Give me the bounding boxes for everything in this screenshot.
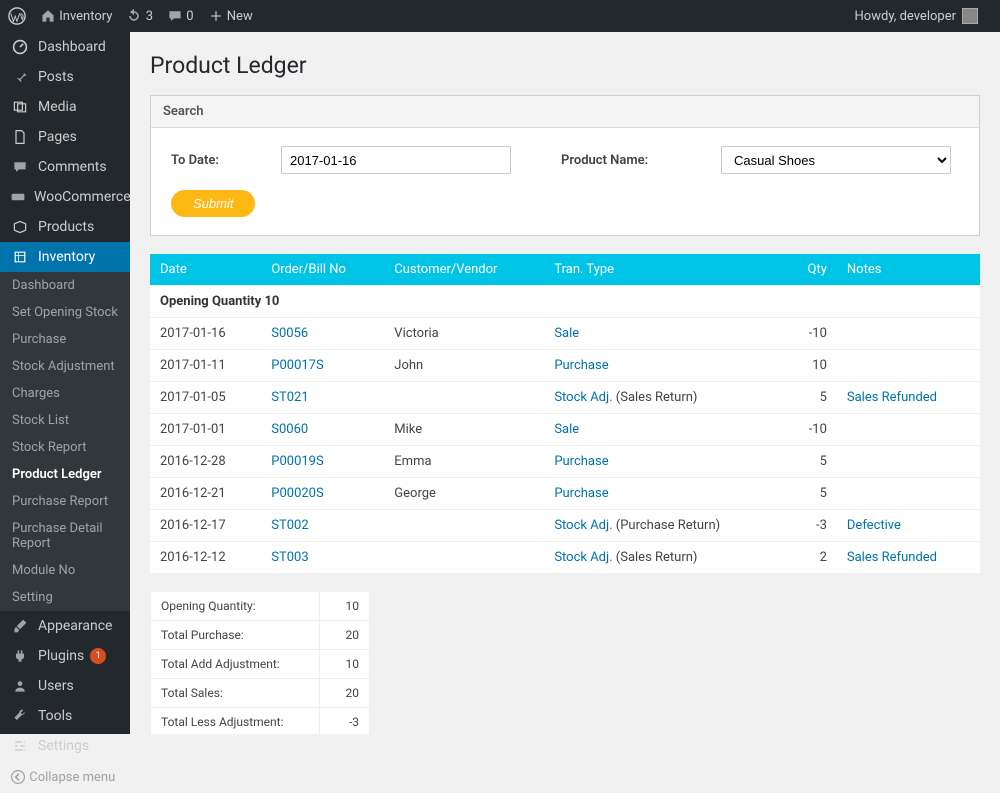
- dashboard-icon: [10, 39, 30, 55]
- submenu-setting[interactable]: Setting: [0, 584, 130, 611]
- avatar-icon: [962, 8, 978, 24]
- submit-button[interactable]: Submit: [171, 190, 255, 217]
- summary-row: Total Less Adjustment:-3: [151, 708, 370, 735]
- table-row: 2017-01-16S0056VictoriaSale -10: [150, 318, 980, 350]
- bill-link: P00017S: [271, 358, 323, 373]
- search-panel: Search To Date: Product Name: Casual Sho…: [150, 95, 980, 236]
- submenu-dashboard[interactable]: Dashboard: [0, 272, 130, 299]
- inventory-icon: [10, 249, 30, 265]
- pin-icon: [10, 69, 30, 85]
- menu-products[interactable]: Products: [0, 212, 130, 242]
- col-bill[interactable]: Order/Bill No: [261, 254, 384, 286]
- submenu-stock-list[interactable]: Stock List: [0, 407, 130, 434]
- product-name-select[interactable]: Casual Shoes: [721, 146, 951, 174]
- summary-row: Opening Quantity:10: [151, 592, 370, 621]
- product-name-label: Product Name:: [561, 153, 671, 168]
- summary-row: Total Purchase:20: [151, 621, 370, 650]
- updates-link[interactable]: 3: [126, 8, 153, 24]
- bill-link: S0060: [271, 422, 308, 437]
- col-qty[interactable]: Qty: [786, 254, 837, 286]
- page-icon: [10, 129, 30, 145]
- menu-inventory[interactable]: Inventory: [0, 242, 130, 272]
- bill-link: ST021: [271, 390, 308, 405]
- menu-settings[interactable]: Settings: [0, 731, 130, 761]
- menu-pages[interactable]: Pages: [0, 122, 130, 152]
- bill-link: P00020S: [271, 486, 323, 501]
- settings-icon: [10, 738, 30, 754]
- submenu-purchase[interactable]: Purchase: [0, 326, 130, 353]
- user-icon: [10, 678, 30, 694]
- submenu-purchase-report[interactable]: Purchase Report: [0, 488, 130, 515]
- col-date[interactable]: Date: [150, 254, 261, 286]
- content-area: Product Ledger Search To Date: Product N…: [130, 32, 1000, 734]
- opening-row: Opening Quantity 10: [150, 286, 980, 318]
- new-link[interactable]: New: [208, 8, 253, 24]
- to-date-label: To Date:: [171, 153, 281, 168]
- bill-link: P00019S: [271, 454, 323, 469]
- woo-icon: [10, 189, 26, 205]
- brush-icon: [10, 618, 30, 634]
- site-link[interactable]: Inventory: [40, 8, 112, 24]
- bill-link: ST002: [271, 518, 308, 533]
- comment-icon: [10, 159, 30, 175]
- submenu-product-ledger[interactable]: Product Ledger: [0, 461, 130, 488]
- plugin-icon: [10, 648, 30, 664]
- page-title: Product Ledger: [150, 52, 980, 79]
- howdy-link[interactable]: Howdy, developer: [855, 8, 978, 24]
- bill-link: S0056: [271, 326, 308, 341]
- table-row: 2016-12-17ST002Stock Adj. (Purchase Retu…: [150, 510, 980, 542]
- table-row: 2017-01-11P00017SJohnPurchase 10: [150, 350, 980, 382]
- admin-sidebar: DashboardPostsMediaPagesCommentsWooComme…: [0, 32, 130, 734]
- menu-tools[interactable]: Tools: [0, 701, 130, 731]
- menu-dashboard[interactable]: Dashboard: [0, 32, 130, 62]
- col-type[interactable]: Tran. Type: [544, 254, 785, 286]
- ledger-table: Date Order/Bill No Customer/Vendor Tran.…: [150, 254, 980, 573]
- menu-media[interactable]: Media: [0, 92, 130, 122]
- submenu-module-no[interactable]: Module No: [0, 557, 130, 584]
- admin-bar: Inventory 3 0 New Howdy, developer: [0, 0, 1000, 32]
- submenu-purchase-detail-report[interactable]: Purchase Detail Report: [0, 515, 130, 557]
- table-row: 2016-12-12ST003Stock Adj. (Sales Return)…: [150, 542, 980, 574]
- media-icon: [10, 99, 30, 115]
- submenu-stock-report[interactable]: Stock Report: [0, 434, 130, 461]
- wrench-icon: [10, 708, 30, 724]
- col-notes[interactable]: Notes: [837, 254, 980, 286]
- wp-logo[interactable]: [8, 7, 26, 25]
- summary-table: Opening Quantity:10Total Purchase:20Tota…: [150, 591, 370, 734]
- badge: 1: [90, 648, 106, 664]
- collapse-menu[interactable]: Collapse menu: [0, 761, 130, 793]
- menu-users[interactable]: Users: [0, 671, 130, 701]
- summary-row: Total Sales:20: [151, 679, 370, 708]
- col-cust[interactable]: Customer/Vendor: [384, 254, 544, 286]
- bill-link: ST003: [271, 550, 308, 565]
- menu-appearance[interactable]: Appearance: [0, 611, 130, 641]
- menu-posts[interactable]: Posts: [0, 62, 130, 92]
- search-panel-header: Search: [151, 96, 979, 128]
- submenu-charges[interactable]: Charges: [0, 380, 130, 407]
- submenu-stock-adjustment[interactable]: Stock Adjustment: [0, 353, 130, 380]
- table-row: 2017-01-01S0060MikeSale -10: [150, 414, 980, 446]
- table-row: 2017-01-05ST021Stock Adj. (Sales Return)…: [150, 382, 980, 414]
- box-icon: [10, 219, 30, 235]
- summary-row: Total Add Adjustment:10: [151, 650, 370, 679]
- table-row: 2016-12-28P00019SEmmaPurchase 5: [150, 446, 980, 478]
- comments-link[interactable]: 0: [167, 8, 194, 24]
- menu-comments[interactable]: Comments: [0, 152, 130, 182]
- table-row: 2016-12-21P00020SGeorgePurchase 5: [150, 478, 980, 510]
- menu-plugins[interactable]: Plugins1: [0, 641, 130, 671]
- to-date-input[interactable]: [281, 146, 511, 174]
- submenu-set-opening-stock[interactable]: Set Opening Stock: [0, 299, 130, 326]
- menu-woocommerce[interactable]: WooCommerce: [0, 182, 130, 212]
